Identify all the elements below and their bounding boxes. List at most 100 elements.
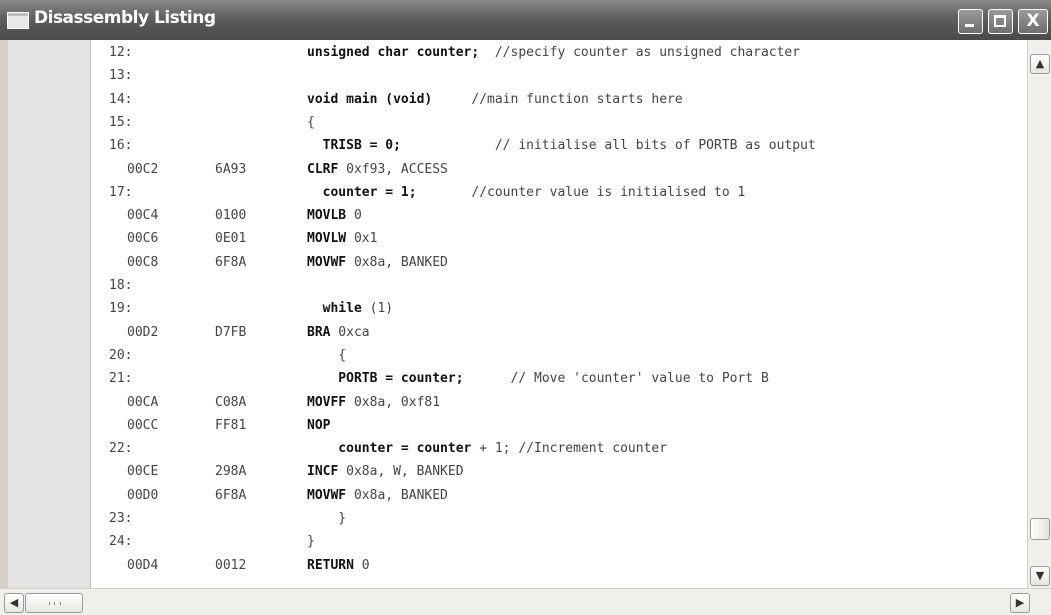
asm-line[interactable]: 00CE 298A INCF 0x8a, W, BANKED: [91, 460, 1027, 483]
window-icon: [7, 12, 29, 29]
scroll-left-button[interactable]: ◀: [4, 593, 24, 613]
address: 00D2: [127, 324, 159, 340]
keyword-text: counter = counter: [307, 441, 472, 457]
instruction: MOVFF 0x8a, 0xf81: [307, 391, 440, 414]
source-line[interactable]: 23: }: [91, 507, 1027, 530]
keyword-text: MOVFF: [307, 394, 347, 410]
instruction: MOVLB 0: [307, 204, 362, 227]
plain-text: 0x8a, BANKED: [346, 254, 448, 270]
line-number: 14:: [109, 91, 133, 107]
keyword-text: MOVLW: [307, 231, 347, 247]
plain-text: //main function starts here: [432, 91, 683, 107]
chevron-up-icon: ▲: [1035, 57, 1045, 70]
keyword-text: BRA: [307, 324, 331, 340]
address: 00C2: [127, 161, 159, 177]
vertical-scroll-thumb[interactable]: [1030, 518, 1050, 540]
opcode: 0100: [215, 208, 247, 224]
source-line[interactable]: 21: PORTB = counter; // Move 'counter' v…: [91, 367, 1027, 390]
source-code: {: [307, 111, 315, 134]
asm-line[interactable]: 00C8 6F8A MOVWF 0x8a, BANKED: [91, 251, 1027, 274]
asm-line[interactable]: 00D2 D7FB BRA 0xca: [91, 321, 1027, 344]
keyword-text: NOP: [307, 417, 331, 433]
horizontal-scroll-thumb[interactable]: [25, 593, 83, 613]
plain-text: {: [307, 347, 347, 363]
source-line[interactable]: 18:: [91, 274, 1027, 297]
vertical-scrollbar[interactable]: ▲ ▼: [1027, 40, 1051, 588]
chevron-down-icon: ▼: [1035, 569, 1045, 582]
chevron-right-icon: ▶: [1015, 596, 1025, 609]
opcode: C08A: [215, 394, 247, 410]
horizontal-scrollbar[interactable]: ◀ ▶: [0, 588, 1051, 615]
line-number: 21:: [109, 371, 133, 387]
asm-line[interactable]: 00C4 0100 MOVLB 0: [91, 204, 1027, 227]
source-code: }: [307, 507, 346, 530]
asm-line[interactable]: 00CA C08A MOVFF 0x8a, 0xf81: [91, 391, 1027, 414]
scroll-down-button[interactable]: ▼: [1030, 566, 1050, 586]
opcode: 6F8A: [215, 487, 247, 503]
source-line[interactable]: 24:}: [91, 530, 1027, 553]
source-line[interactable]: 20: {: [91, 344, 1027, 367]
keyword-text: counter = 1;: [307, 184, 417, 200]
plain-text: 0x8a, 0xf81: [346, 394, 441, 410]
minimize-icon: [965, 24, 974, 27]
title-bar[interactable]: Disassembly Listing X: [0, 0, 1051, 40]
source-line[interactable]: 12: unsigned char counter; //specify coun…: [91, 41, 1027, 64]
left-border: [0, 40, 8, 615]
keyword-text: while: [307, 301, 362, 317]
source-code: void main (void) //main function starts …: [307, 88, 683, 111]
source-line[interactable]: 16: TRISB = 0; // initialise all bits of…: [91, 134, 1027, 157]
instruction: INCF 0x8a, W, BANKED: [307, 460, 464, 483]
scroll-right-button[interactable]: ▶: [1010, 593, 1030, 613]
instruction: NOP: [307, 414, 330, 437]
line-number: 24:: [109, 534, 133, 550]
asm-line[interactable]: 00D4 0012 RETURN 0: [91, 554, 1027, 577]
opcode: 0012: [215, 557, 247, 573]
keyword-text: RETURN: [307, 557, 354, 573]
breakpoint-gutter[interactable]: [8, 40, 91, 588]
maximize-icon: [994, 15, 1006, 27]
asm-line[interactable]: 00D0 6F8A MOVWF 0x8a, BANKED: [91, 484, 1027, 507]
line-number: 15:: [109, 114, 133, 130]
plain-text: 0: [346, 208, 362, 224]
plain-text: {: [307, 114, 315, 130]
plain-text: 0xca: [330, 324, 370, 340]
line-number: 18:: [109, 278, 133, 293]
plain-text: 0xf93, ACCESS: [338, 161, 448, 177]
plain-text: }: [307, 534, 315, 550]
address: 00D0: [127, 487, 159, 503]
plain-text: 0x8a, W, BANKED: [338, 464, 464, 480]
source-line[interactable]: 22: counter = counter + 1; //Increment c…: [91, 437, 1027, 460]
plain-text: // Move 'counter' value to Port B: [463, 371, 769, 387]
keyword-text: unsigned char counter;: [307, 45, 480, 60]
keyword-text: MOVWF: [307, 254, 347, 270]
code-listing[interactable]: 12: unsigned char counter; //specify coun…: [91, 40, 1027, 588]
source-line[interactable]: 15: {: [91, 111, 1027, 134]
maximize-button[interactable]: [988, 9, 1013, 34]
minimize-button[interactable]: [958, 9, 983, 34]
address: 00C4: [127, 208, 159, 224]
source-code: }: [307, 530, 315, 553]
scroll-up-button[interactable]: ▲: [1030, 54, 1050, 74]
instruction: RETURN 0: [307, 554, 370, 577]
line-number: 19:: [109, 301, 133, 317]
source-line[interactable]: 17: counter = 1; //counter value is init…: [91, 181, 1027, 204]
asm-line[interactable]: 00C2 6A93 CLRF 0xf93, ACCESS: [91, 158, 1027, 181]
line-number: 22:: [109, 441, 133, 457]
plain-text: 0x1: [346, 231, 378, 247]
source-code: counter = 1; //counter value is initiali…: [307, 181, 746, 204]
source-code: while (1): [307, 297, 393, 320]
source-line[interactable]: 14: void main (void) //main function star…: [91, 88, 1027, 111]
line-number: 17:: [109, 184, 133, 200]
plain-text: //counter value is initialised to 1: [416, 184, 746, 200]
asm-line[interactable]: 00C6 0E01 MOVLW 0x1: [91, 227, 1027, 250]
source-line[interactable]: 19: while (1): [91, 297, 1027, 320]
source-code: counter = counter + 1; //Increment count…: [307, 437, 667, 460]
instruction: BRA 0xca: [307, 321, 370, 344]
source-line[interactable]: 13:: [91, 64, 1027, 87]
close-button[interactable]: X: [1018, 9, 1048, 34]
address: 00D4: [127, 557, 159, 573]
plain-text: + 1; //Increment counter: [471, 441, 668, 457]
keyword-text: PORTB = counter;: [307, 371, 464, 387]
asm-line[interactable]: 00CC FF81 NOP: [91, 414, 1027, 437]
line-number: 23:: [109, 511, 133, 526]
